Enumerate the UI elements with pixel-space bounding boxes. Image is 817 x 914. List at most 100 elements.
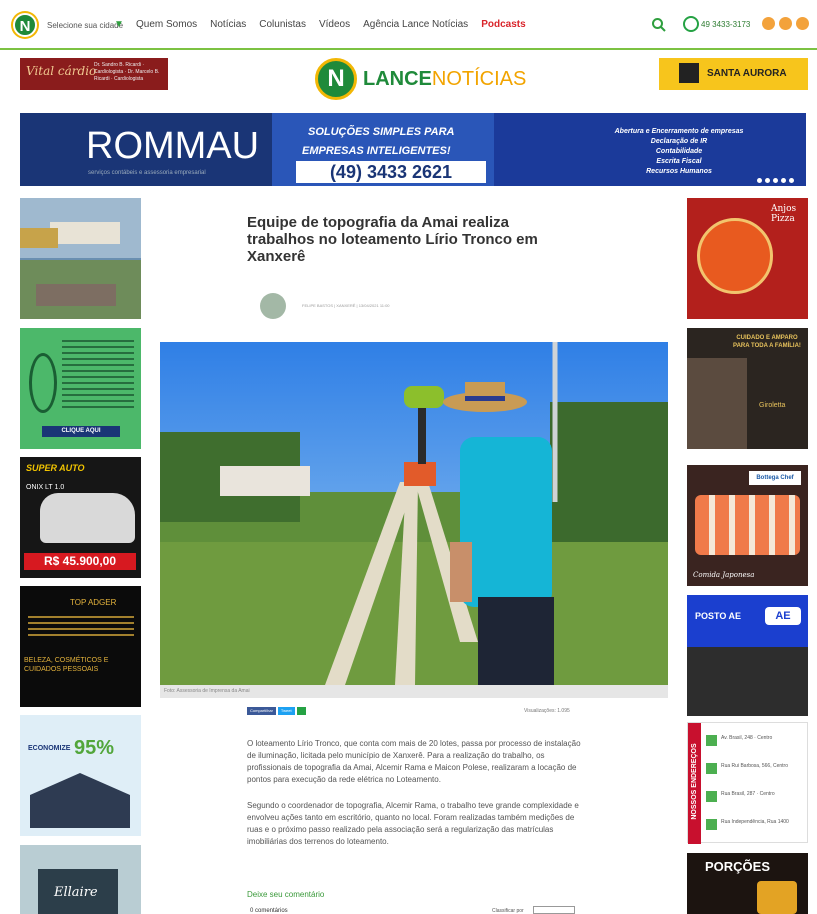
banner-brand-sub: serviços contábeis e assessoria empresar… [88, 170, 206, 176]
banner-service-item: Abertura e Encerramento de empresas [614, 128, 744, 135]
article-paragraph: O loteamento Lírio Tronco, que conta com… [247, 739, 581, 784]
menu-colunistas[interactable]: Colunistas [259, 19, 306, 30]
carousel-dot[interactable] [789, 178, 794, 183]
ad-left-1-house[interactable] [20, 198, 141, 319]
endereco-item[interactable]: Rua Rui Barbosa, 566, Centro [721, 763, 805, 770]
santa-aurora-name: SANTA AURORA [707, 68, 787, 79]
lock-icon [29, 353, 57, 413]
site-logo[interactable]: N [13, 13, 37, 37]
endereco-item[interactable]: Rua Brasil, 287 · Centro [721, 791, 805, 798]
chevron-down-icon[interactable]: ▼ [114, 19, 124, 30]
comment-sort-label: Classificar por [492, 908, 524, 914]
ad-santa-aurora[interactable]: SANTA AURORA [659, 58, 808, 90]
city-selector[interactable]: Selecione sua cidade [47, 21, 123, 30]
carousel-dot[interactable] [781, 178, 786, 183]
brand-mark: N [315, 58, 357, 100]
article-title: Equipe de topografia da Amai realiza tra… [247, 214, 538, 265]
ad-left-3-superauto[interactable]: SUPER AUTO ONIX LT 1.0 R$ 45.900,00 [20, 457, 141, 578]
brand-noticias: NOTÍCIAS [431, 68, 527, 90]
ad-topadger-tag: BELEZA, COSMÉTICOS E CUIDADOS PESSOAIS [24, 657, 109, 673]
twitter-share-button[interactable]: Tweet [277, 707, 295, 715]
search-icon[interactable] [651, 17, 667, 33]
ad-posto-logo: AE [765, 607, 801, 625]
pin-icon [706, 763, 717, 774]
pizza-icon [697, 218, 773, 294]
photo-caption: Foto: Assessoria de Imprensa da Amai [164, 688, 250, 694]
ad-click-button[interactable]: CLIQUE AQUI [42, 426, 120, 437]
ad-superauto-model: ONIX LT 1.0 [26, 484, 65, 491]
social-links [762, 17, 809, 30]
ad-security-text [62, 340, 134, 410]
ad-posto-photos [687, 647, 808, 716]
menu-videos[interactable]: Vídeos [319, 19, 350, 30]
ad-ellaire-name: Ellaire [54, 885, 98, 900]
ad-solar-line: ECONOMIZE [28, 745, 71, 752]
pin-icon [706, 819, 717, 830]
phone-number[interactable]: 49 3433-3173 [701, 20, 750, 29]
ad-anjos-name: Anjos Pizza [771, 204, 797, 224]
menu-noticias[interactable]: Notícias [210, 19, 246, 30]
menu-podcasts[interactable]: Podcasts [481, 19, 525, 30]
banner-service-item: Contabilidade [655, 148, 703, 155]
car-icon [40, 493, 135, 543]
ad-giroletta-name: Giroletta [759, 402, 786, 409]
article-paragraph: Segundo o coordenador de topografia, Alc… [247, 801, 579, 846]
ad-vital-name: Vital cárdio [26, 64, 97, 78]
sushi-icon [695, 495, 800, 555]
ad-left-5-solar[interactable]: ECONOMIZE 95% [20, 715, 141, 836]
carousel-dot[interactable] [757, 178, 762, 183]
carousel-dot[interactable] [773, 178, 778, 183]
ad-left-2-security[interactable]: CLIQUE AQUI [20, 328, 141, 449]
comment-sort-select[interactable] [533, 906, 575, 914]
whatsapp-share-icon[interactable] [296, 707, 306, 715]
brand-lance: LANCE [363, 68, 432, 90]
whatsapp-icon[interactable] [683, 16, 699, 32]
facebook-share-button[interactable]: Compartilhar [247, 707, 276, 715]
menu-quem-somos[interactable]: Quem Somos [136, 19, 197, 30]
ad-posto-name: POSTO AE [695, 611, 742, 621]
ad-right-6-porcoes[interactable]: PORÇÕES [687, 853, 808, 914]
ad-solar-pct: 95% [74, 737, 115, 759]
ad-topadger-text [28, 616, 134, 638]
share-buttons: Compartilhar Tweet [247, 707, 306, 715]
endereco-item[interactable]: Rua Independência, Rua 1400 [721, 819, 805, 826]
article-photo[interactable] [160, 342, 668, 685]
ad-left-6-ellaire[interactable]: Ellaire [20, 845, 141, 914]
banner-service-item: Recursos Humanos [646, 168, 712, 175]
house-solar-icon [30, 773, 130, 828]
menu-agencia[interactable]: Agência Lance Notícias [363, 19, 468, 30]
ad-house-1 [50, 222, 120, 244]
ad-bottega-caption: Comida Japonesa [693, 571, 755, 579]
view-count: Visualizações: 1.095 [524, 708, 570, 714]
article-byline: FELIPE BASTOS | XANXERÊ | 13/04/2021 11:… [302, 303, 390, 308]
main-menu: Quem Somos Notícias Colunistas Vídeos Ag… [136, 19, 526, 30]
ad-right-2-giroletta[interactable]: CUIDADO E AMPARO PARA TODA A FAMÍLIA! Gi… [687, 328, 808, 449]
ad-vital-cardio[interactable]: Vital cárdio Dr. Sandro B. Ricardi · Car… [20, 58, 168, 90]
ad-house-2 [36, 284, 116, 306]
nossos-enderecos[interactable]: NOSSOS ENDEREÇOS Av. Brasil, 248 · Centr… [687, 722, 808, 844]
ad-porcoes-name: PORÇÕES [705, 859, 771, 874]
article-photo-image [160, 342, 668, 685]
top-nav: N Selecione sua cidade ▼ Quem Somos Notí… [0, 0, 817, 50]
ad-topadger-brand: TOP ADGER [70, 598, 117, 607]
carousel-dot[interactable] [765, 178, 770, 183]
brand-name: LANCENOTÍCIAS [363, 68, 526, 91]
instagram-icon[interactable] [779, 17, 792, 30]
ad-right-4-postoae[interactable]: POSTO AE AE [687, 595, 808, 716]
youtube-icon[interactable] [796, 17, 809, 30]
ad-left-4-topadger[interactable]: TOP ADGER BELEZA, COSMÉTICOS E CUIDADOS … [20, 586, 141, 707]
avatar[interactable] [260, 293, 286, 319]
enderecos-title: NOSSOS ENDEREÇOS [691, 743, 698, 820]
ad-superauto-price: R$ 45.900,00 [24, 553, 136, 570]
banner-phone: (49) 3433 2621 [296, 161, 486, 183]
comment-section-title: Deixe seu comentário [247, 890, 325, 899]
ad-giroletta-tagline: CUIDADO E AMPARO PARA TODA A FAMÍLIA! [733, 335, 801, 349]
ad-right-1-anjospizza[interactable]: Anjos Pizza [687, 198, 808, 319]
facebook-icon[interactable] [762, 17, 775, 30]
ad-right-3-bottegachef[interactable]: Bottega Chef Comida Japonesa [687, 465, 808, 586]
comment-count: 0 comentários [250, 908, 288, 914]
banner-service-item: Declaração de IR [650, 138, 708, 145]
endereco-item[interactable]: Av. Brasil, 248 · Centro [721, 735, 805, 742]
banner-carousel-dots [757, 178, 794, 183]
ad-bottega-name: Bottega Chef [749, 471, 801, 485]
